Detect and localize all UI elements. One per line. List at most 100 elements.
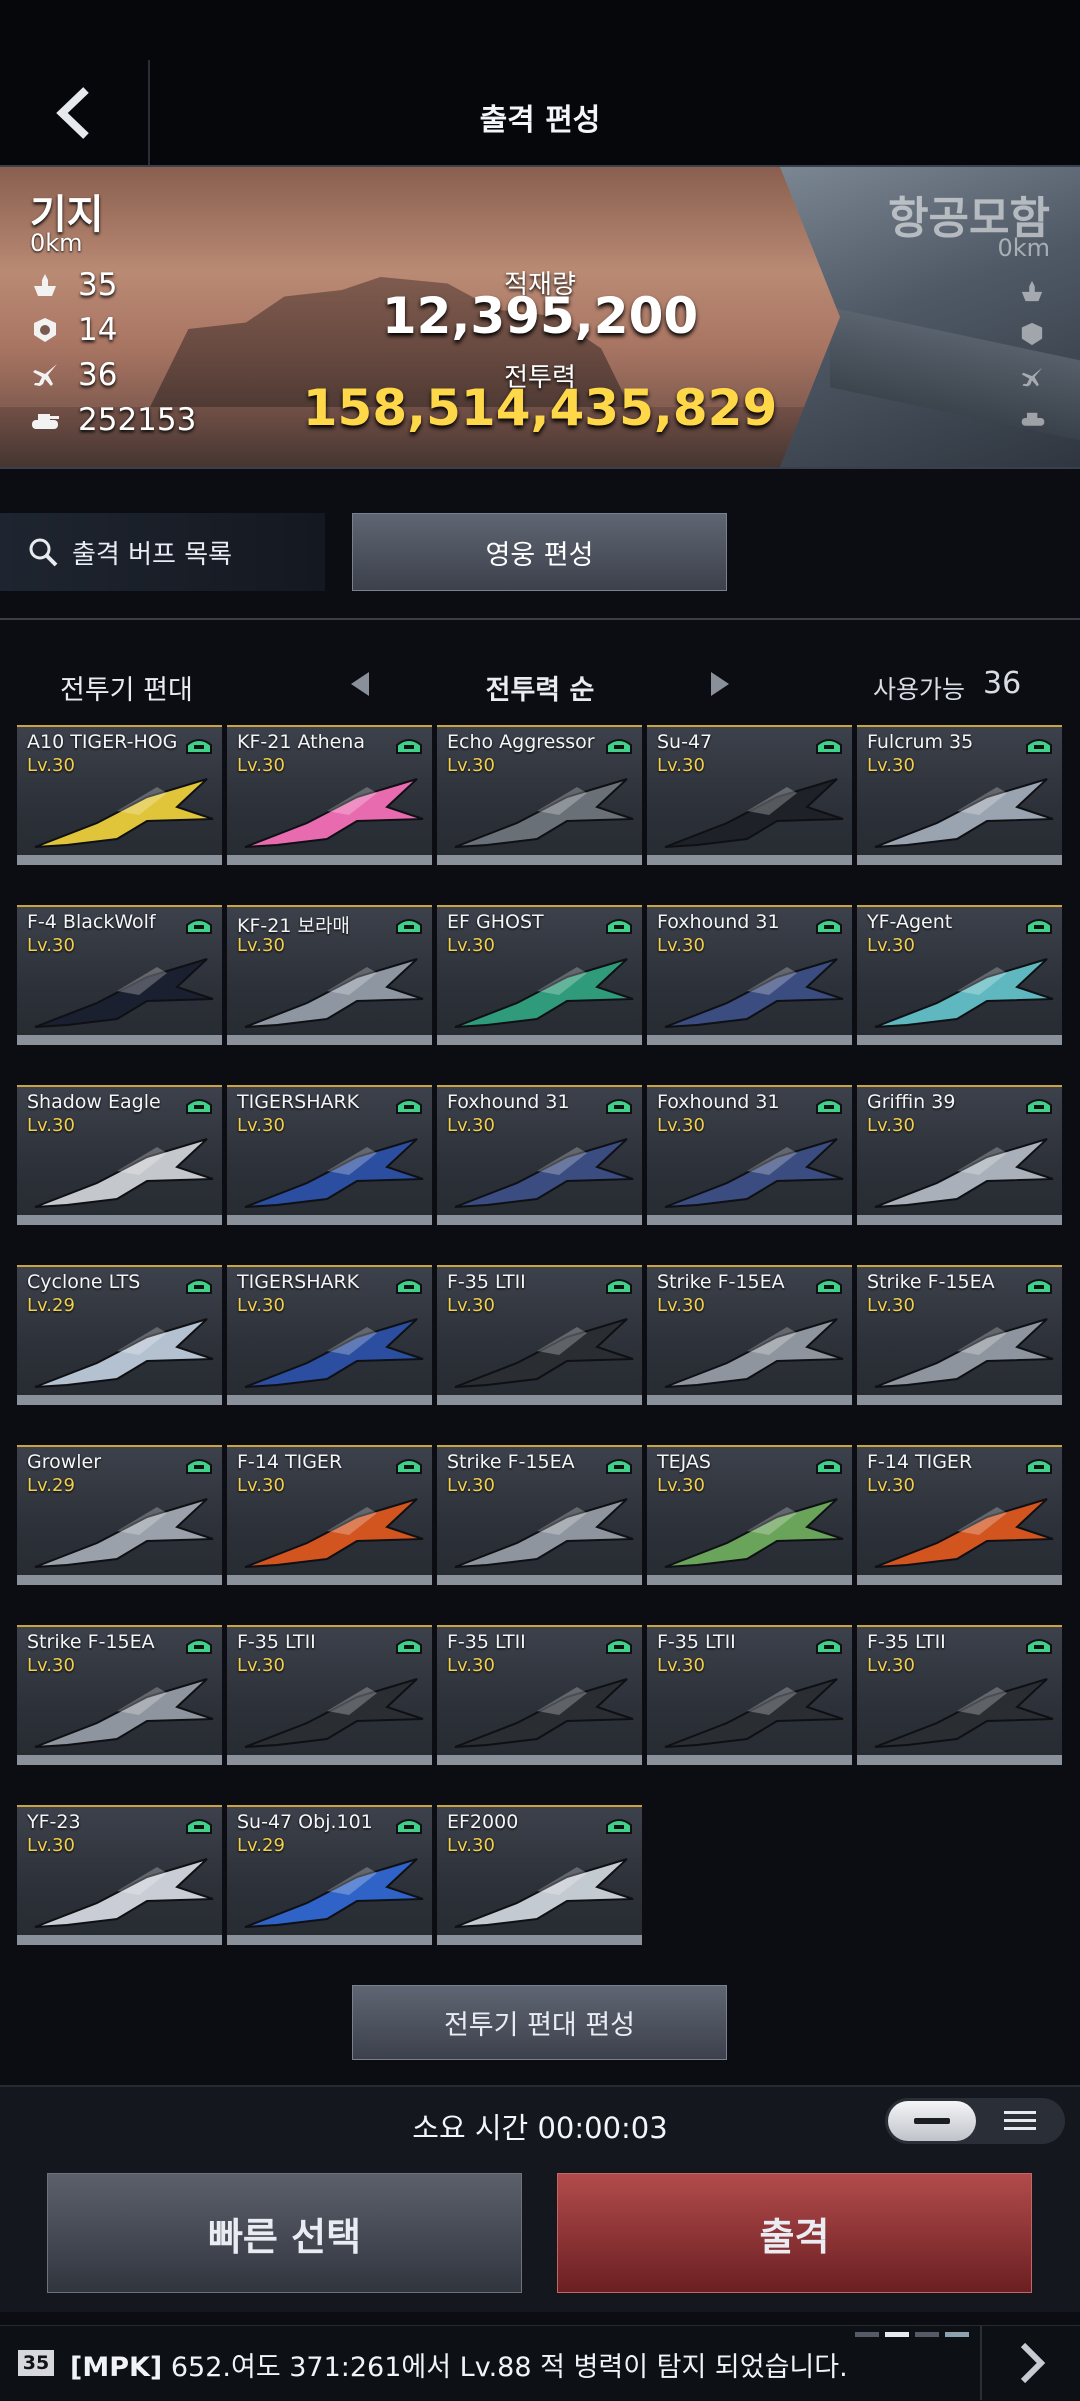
aircraft-name: KF-21 보라매 xyxy=(237,915,350,937)
aircraft-card[interactable]: TEJAS Lv.30 xyxy=(647,1445,852,1585)
aircraft-image xyxy=(244,1318,424,1388)
stat-aircraft: 36 xyxy=(30,357,117,393)
aircraft-card[interactable]: Foxhound 31 Lv.30 xyxy=(647,905,852,1045)
tank-icon xyxy=(30,407,60,433)
aircraft-card[interactable]: KF-21 Athena Lv.30 xyxy=(227,725,432,865)
aircraft-level: Lv.30 xyxy=(657,1655,705,1676)
aircraft-image xyxy=(244,958,424,1028)
aircraft-card[interactable]: TIGERSHARK Lv.30 xyxy=(227,1085,432,1225)
quick-select-button[interactable]: 빠른 선택 xyxy=(47,2173,522,2293)
aircraft-card[interactable]: EF2000 Lv.30 xyxy=(437,1805,642,1945)
aircraft-level: Lv.30 xyxy=(657,1475,705,1496)
toggle-list-option[interactable] xyxy=(990,2101,1050,2141)
aircraft-card[interactable]: Cyclone LTS Lv.29 xyxy=(17,1265,222,1405)
ship-icon xyxy=(1020,279,1048,303)
aircraft-card[interactable]: Shadow Eagle Lv.30 xyxy=(17,1085,222,1225)
aircraft-name: Su-47 Obj.101 xyxy=(237,1811,373,1833)
aircraft-image xyxy=(454,1858,634,1928)
aircraft-card[interactable]: Fulcrum 35 Lv.30 xyxy=(857,725,1062,865)
aircraft-card[interactable]: F-35 LTII Lv.30 xyxy=(437,1265,642,1405)
sortie-buff-list-button[interactable]: 출격 버프 목록 xyxy=(0,513,325,591)
aircraft-card[interactable]: F-35 LTII Lv.30 xyxy=(857,1625,1062,1765)
deploy-status-icon xyxy=(1026,919,1052,934)
aircraft-card[interactable]: Growler Lv.29 xyxy=(17,1445,222,1585)
edit-fleet-button[interactable]: 전투기 편대 편성 xyxy=(352,1985,727,2060)
deploy-status-icon xyxy=(606,1459,632,1474)
aircraft-card[interactable]: YF-Agent Lv.30 xyxy=(857,905,1062,1045)
aircraft-level: Lv.30 xyxy=(447,1835,495,1856)
chevron-left-icon xyxy=(351,672,369,696)
deploy-status-icon xyxy=(396,1279,422,1294)
deploy-status-icon xyxy=(186,1639,212,1654)
aircraft-card[interactable]: F-4 BlackWolf Lv.30 xyxy=(17,905,222,1045)
deploy-status-icon xyxy=(186,739,212,754)
sort-next-button[interactable] xyxy=(705,668,735,700)
aircraft-name: TIGERSHARK xyxy=(237,1091,360,1113)
aircraft-card[interactable]: Foxhound 31 Lv.30 xyxy=(437,1085,642,1225)
deploy-status-icon xyxy=(396,739,422,754)
aircraft-name: Foxhound 31 xyxy=(447,1091,570,1113)
aircraft-card[interactable]: Strike F-15EA Lv.30 xyxy=(17,1625,222,1765)
aircraft-card[interactable]: F-35 LTII Lv.30 xyxy=(227,1625,432,1765)
aircraft-image xyxy=(34,958,214,1028)
aircraft-card[interactable]: Strike F-15EA Lv.30 xyxy=(437,1445,642,1585)
sort-prev-button[interactable] xyxy=(345,668,375,700)
aircraft-name: EF GHOST xyxy=(447,911,544,933)
deploy-status-icon xyxy=(396,919,422,934)
aircraft-card[interactable]: YF-23 Lv.30 xyxy=(17,1805,222,1945)
base-distance: 0km xyxy=(30,229,83,257)
sortie-button[interactable]: 출격 xyxy=(557,2173,1032,2293)
aircraft-card[interactable]: F-35 LTII Lv.30 xyxy=(647,1625,852,1765)
deploy-status-icon xyxy=(1026,1639,1052,1654)
available-count: 36 xyxy=(983,666,1022,701)
aircraft-card[interactable]: KF-21 보라매 Lv.30 xyxy=(227,905,432,1045)
aircraft-card[interactable]: Su-47 Obj.101 Lv.29 xyxy=(227,1805,432,1945)
aircraft-image xyxy=(874,1138,1054,1208)
aircraft-image xyxy=(34,1858,214,1928)
aircraft-level: Lv.30 xyxy=(867,1115,915,1136)
aircraft-image xyxy=(244,778,424,848)
aircraft-card[interactable]: TIGERSHARK Lv.30 xyxy=(227,1265,432,1405)
aircraft-card[interactable]: Strike F-15EA Lv.30 xyxy=(647,1265,852,1405)
aircraft-image xyxy=(664,1678,844,1748)
aircraft-card[interactable]: Griffin 39 Lv.30 xyxy=(857,1085,1062,1225)
aircraft-name: TIGERSHARK xyxy=(237,1271,360,1293)
aircraft-level: Lv.29 xyxy=(237,1835,285,1856)
aircraft-card[interactable]: F-14 TIGER Lv.30 xyxy=(227,1445,432,1585)
ticker-next-button[interactable] xyxy=(980,2325,1080,2400)
aircraft-card[interactable]: F-35 LTII Lv.30 xyxy=(437,1625,642,1765)
aircraft-level: Lv.30 xyxy=(237,755,285,776)
aircraft-image xyxy=(244,1498,424,1568)
aircraft-name: F-14 TIGER xyxy=(237,1451,343,1473)
carrier-distance: 0km xyxy=(997,234,1050,262)
aircraft-level: Lv.30 xyxy=(27,755,75,776)
aircraft-card[interactable]: Strike F-15EA Lv.30 xyxy=(857,1265,1062,1405)
deploy-status-icon xyxy=(816,1639,842,1654)
aircraft-card[interactable]: Foxhound 31 Lv.30 xyxy=(647,1085,852,1225)
aircraft-card[interactable]: Echo Aggressor Lv.30 xyxy=(437,725,642,865)
aircraft-name: Foxhound 31 xyxy=(657,911,780,933)
aircraft-image xyxy=(874,1678,1054,1748)
deploy-status-icon xyxy=(816,1279,842,1294)
deploy-status-icon xyxy=(396,1639,422,1654)
sortie-summary-banner: 기지 0km 35 14 36 252153 적재량 12,395,200 전투… xyxy=(0,165,1080,469)
deploy-status-icon xyxy=(606,1819,632,1834)
aircraft-level: Lv.30 xyxy=(867,1655,915,1676)
aircraft-name: Strike F-15EA xyxy=(867,1271,995,1293)
aircraft-image xyxy=(454,958,634,1028)
aircraft-card[interactable]: A10 TIGER-HOG Lv.30 xyxy=(17,725,222,865)
aircraft-image xyxy=(244,1138,424,1208)
aircraft-card[interactable]: F-14 TIGER Lv.30 xyxy=(857,1445,1062,1585)
aircraft-card[interactable]: Su-47 Lv.30 xyxy=(647,725,852,865)
deploy-status-icon xyxy=(816,739,842,754)
aircraft-name: F-4 BlackWolf xyxy=(27,911,156,933)
hero-formation-button[interactable]: 영웅 편성 xyxy=(352,513,727,591)
aircraft-name: A10 TIGER-HOG xyxy=(27,731,178,753)
aircraft-name: Strike F-15EA xyxy=(657,1271,785,1293)
deploy-status-icon xyxy=(186,919,212,934)
aircraft-card[interactable]: EF GHOST Lv.30 xyxy=(437,905,642,1045)
aircraft-name: F-35 LTII xyxy=(237,1631,316,1653)
deploy-status-icon xyxy=(1026,1099,1052,1114)
aircraft-level: Lv.30 xyxy=(657,755,705,776)
toggle-minus-option[interactable] xyxy=(888,2101,976,2141)
